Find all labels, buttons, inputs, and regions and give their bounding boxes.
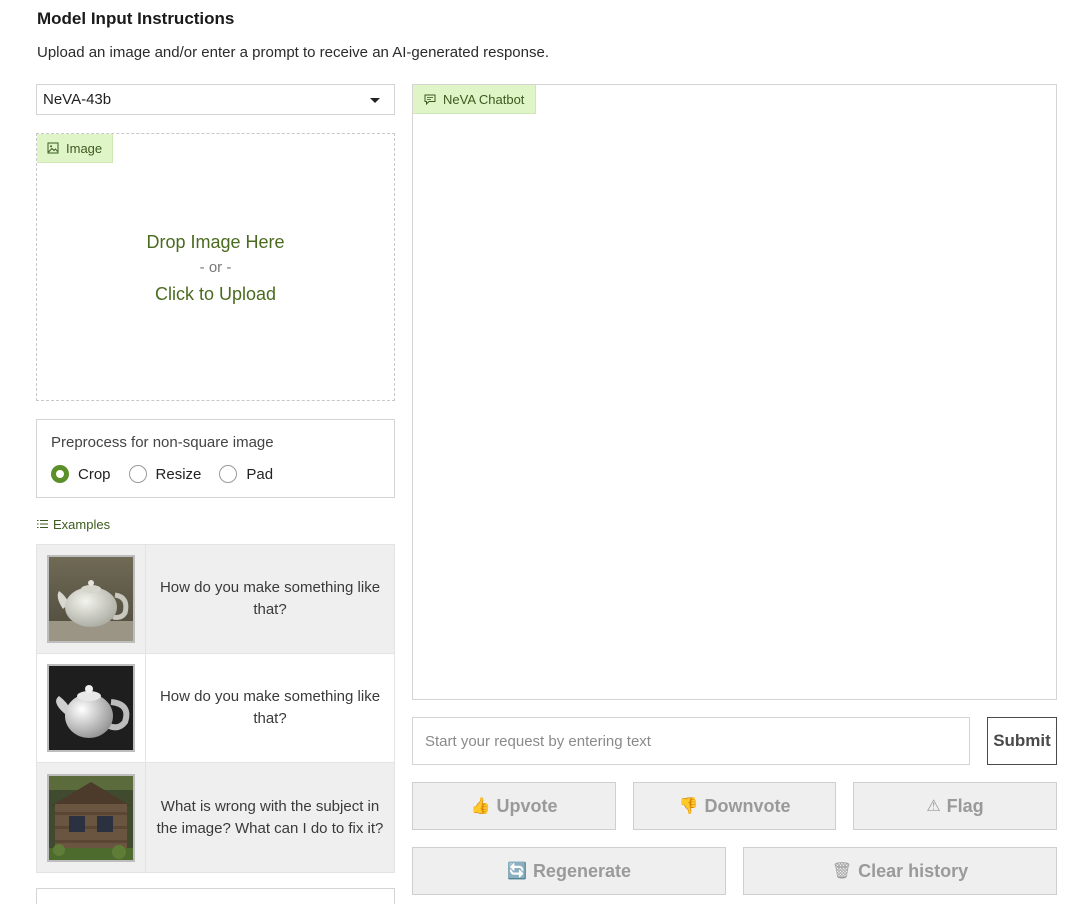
additional-settings-panel <box>36 888 395 904</box>
chevron-down-icon <box>370 98 380 103</box>
example-prompt-text: How do you make something like that? <box>159 579 381 618</box>
old-cabin-thumbnail <box>47 773 135 862</box>
submit-button[interactable]: Submit <box>987 717 1057 765</box>
example-prompt-text: What is wrong with the subject in the im… <box>156 797 384 837</box>
radio-crop-label: Crop <box>78 465 111 483</box>
image-tag-label: Image <box>66 140 103 156</box>
example-thumbnail-cell <box>37 654 146 762</box>
radio-option-pad[interactable]: Pad <box>219 465 273 483</box>
drop-image-text: Drop Image Here <box>146 232 285 252</box>
flag-label: Flag <box>946 795 984 816</box>
preprocess-group: Preprocess for non-square image Crop Res… <box>36 419 395 498</box>
radio-option-crop[interactable]: Crop <box>51 465 111 483</box>
image-upload-area[interactable]: Image Drop Image Here - or - Click to Up… <box>36 133 395 401</box>
flag-button[interactable]: ⚠ Flag <box>853 782 1057 830</box>
example-prompt-text: How do you make something like that? <box>159 688 381 727</box>
preprocess-radio-group: Crop Resize Pad <box>51 465 291 483</box>
clear-history-button[interactable]: 🗑 Clear history <box>743 847 1057 895</box>
radio-pad[interactable] <box>219 465 238 483</box>
radio-resize[interactable] <box>128 465 147 483</box>
upvote-label: Upvote <box>496 795 558 816</box>
model-dropdown[interactable]: NeVA-43b <box>36 84 395 115</box>
downvote-label: Downvote <box>704 795 791 816</box>
preprocess-label: Preprocess for non-square image <box>51 434 274 451</box>
upload-dropzone[interactable]: Drop Image Here - or - Click to Upload <box>37 229 394 307</box>
teapot-light-thumbnail <box>47 555 135 643</box>
examples-header: Examples <box>37 517 110 532</box>
image-label-tag: Image <box>37 134 114 163</box>
downvote-button[interactable]: 👎 Downvote <box>633 782 836 830</box>
radio-crop[interactable] <box>51 465 69 483</box>
clear-history-label: Clear history <box>858 860 969 881</box>
or-separator: - or - <box>199 259 232 276</box>
chat-bubble-icon <box>424 94 436 105</box>
example-row[interactable]: How do you make something like that? <box>37 654 394 763</box>
thumbs-up-icon: 👍 <box>470 798 491 815</box>
chatbot-label-tag: NeVA Chatbot <box>413 85 537 114</box>
page-title: Model Input Instructions <box>37 9 235 28</box>
example-row[interactable]: How do you make something like that? <box>37 545 394 654</box>
radio-option-resize[interactable]: Resize <box>128 465 202 483</box>
upvote-button[interactable]: 👍 Upvote <box>412 782 616 830</box>
example-thumbnail-cell <box>37 763 146 872</box>
image-icon <box>47 142 59 154</box>
warning-icon: ⚠ <box>926 798 941 815</box>
chatbot-panel: NeVA Chatbot <box>412 84 1057 700</box>
radio-resize-label: Resize <box>155 465 202 483</box>
example-row[interactable]: What is wrong with the subject in the im… <box>37 763 394 872</box>
regenerate-button[interactable]: 🔄 Regenerate <box>412 847 726 895</box>
radio-pad-label: Pad <box>246 465 274 483</box>
trash-icon: 🗑 <box>831 863 853 880</box>
prompt-input[interactable] <box>412 717 970 765</box>
page-subtitle: Upload an image and/or enter a prompt to… <box>37 44 549 61</box>
refresh-icon: 🔄 <box>507 863 527 880</box>
chatbot-tag-label: NeVA Chatbot <box>443 91 525 107</box>
regenerate-label: Regenerate <box>532 860 631 881</box>
list-icon <box>37 517 48 532</box>
examples-table: How do you make something like that? How… <box>36 544 395 873</box>
thumbs-down-icon: 👎 <box>678 798 699 815</box>
examples-label: Examples <box>53 517 111 532</box>
example-thumbnail-cell <box>37 545 146 653</box>
teapot-dark-thumbnail <box>47 664 135 752</box>
model-dropdown-value: NeVA-43b <box>43 91 112 108</box>
click-to-upload-text[interactable]: Click to Upload <box>37 281 394 307</box>
